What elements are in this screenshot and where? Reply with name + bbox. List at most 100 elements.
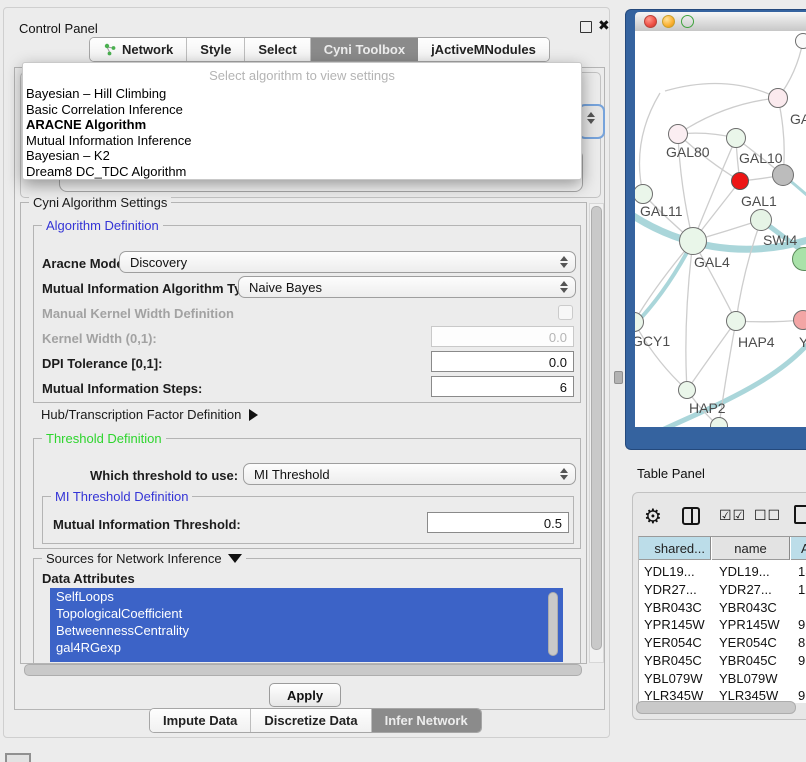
mi-threshold-field[interactable]: 0.5	[427, 512, 569, 533]
settings-vscrollbar-thumb[interactable]	[591, 206, 602, 650]
algorithm-option-aracne[interactable]: ARACNE Algorithm	[23, 117, 581, 133]
tab-network[interactable]: Network	[90, 38, 187, 61]
sources-legend[interactable]: Sources for Network Inference	[42, 551, 246, 566]
apply-button[interactable]: Apply	[269, 683, 341, 707]
table-cell[interactable]: YPR145W	[719, 617, 780, 632]
node-unlabeled[interactable]	[795, 33, 806, 49]
node-label: GCY1	[635, 333, 670, 349]
tab-style[interactable]: Style	[187, 38, 245, 61]
table-cell[interactable]: 9.	[798, 653, 806, 668]
algorithm-option[interactable]: Dream8 DC_TDC Algorithm	[23, 164, 581, 180]
manual-kernel-checkbox[interactable]	[558, 305, 573, 320]
hub-definition-toggle[interactable]: Hub/Transcription Factor Definition	[41, 407, 258, 422]
close-icon[interactable]: ✖	[598, 17, 610, 34]
minimize-traffic-light[interactable]	[662, 15, 675, 28]
tab-jactivemnodules[interactable]: jActiveMNodules	[418, 38, 549, 61]
table-cell[interactable]: YDL19...	[719, 564, 770, 579]
column-header-name[interactable]: name	[712, 537, 790, 560]
column-header-partial[interactable]: A	[791, 537, 806, 560]
node-label: GAL1	[741, 193, 777, 209]
mi-type-combobox[interactable]: Naive Bayes	[238, 276, 576, 298]
minimized-panel-button[interactable]	[5, 753, 31, 762]
table-cell[interactable]: 13	[798, 564, 806, 579]
table-cell[interactable]: YDR27...	[719, 582, 772, 597]
mi-steps-field[interactable]: 6	[431, 376, 574, 397]
node-swi4[interactable]	[750, 209, 772, 231]
document-icon[interactable]	[794, 505, 806, 524]
algorithm-option[interactable]: Bayesian – K2	[23, 148, 581, 164]
table-cell[interactable]: YBL079W	[644, 671, 703, 686]
algorithm-definition-legend: Algorithm Definition	[42, 218, 163, 233]
tab-select[interactable]: Select	[245, 38, 310, 61]
which-threshold-combobox[interactable]: MI Threshold	[243, 463, 576, 485]
table-cell[interactable]: YBL079W	[719, 671, 778, 686]
algorithm-option[interactable]: Mutual Information Inference	[23, 133, 581, 149]
algorithm-option[interactable]: Basic Correlation Inference	[23, 102, 581, 118]
table-cell[interactable]: YBR043C	[719, 600, 777, 615]
network-window-titlebar[interactable]	[635, 12, 806, 32]
table-cell[interactable]: 9.	[798, 688, 806, 703]
node-gray[interactable]	[772, 164, 794, 186]
node-hap2[interactable]	[678, 381, 696, 399]
table-cell[interactable]: YER054C	[644, 635, 702, 650]
cyni-algorithm-settings-group: Cyni Algorithm Settings Algorithm Defini…	[20, 202, 587, 664]
float-window-icon[interactable]	[580, 21, 592, 33]
dropdown-prompt: Select algorithm to view settings	[23, 66, 581, 86]
network-tab-icon	[103, 43, 116, 56]
node-label: HAP2	[689, 400, 726, 416]
algorithm-combobox-partial[interactable]	[578, 104, 605, 139]
mi-steps-label: Mutual Information Steps:	[42, 381, 202, 396]
deselect-all-columns-icon[interactable]: ☐☐	[754, 507, 781, 524]
manual-kernel-label: Manual Kernel Width Definition	[42, 306, 234, 321]
table-cell[interactable]: 9.	[798, 617, 806, 632]
attribute-item[interactable]: SelfLoops	[50, 588, 563, 605]
attribute-list-scrollbar[interactable]	[548, 592, 558, 656]
algorithm-option[interactable]: Bayesian – Hill Climbing	[23, 86, 581, 102]
splitpane-divider-handle[interactable]	[614, 371, 623, 384]
column-header-shared-name[interactable]: shared...	[639, 537, 711, 560]
tab-cyni-toolbox[interactable]: Cyni Toolbox	[311, 38, 418, 61]
split-columns-icon[interactable]	[682, 507, 700, 525]
attribute-item[interactable]: gal4RGexp	[50, 639, 563, 656]
node-salmon[interactable]	[793, 310, 806, 330]
attribute-item[interactable]: BetweennessCentrality	[50, 622, 563, 639]
mi-threshold-label: Mutual Information Threshold:	[53, 517, 241, 532]
kernel-width-field[interactable]: 0.0	[431, 326, 574, 347]
node-gal4[interactable]	[679, 227, 707, 255]
node-label: SWI4	[763, 232, 797, 248]
node-gal10[interactable]	[726, 128, 746, 148]
table-cell[interactable]: YDR27...	[644, 582, 697, 597]
table-cell[interactable]: 8.	[798, 635, 806, 650]
table-cell[interactable]: YPR145W	[644, 617, 705, 632]
zoom-traffic-light[interactable]	[681, 15, 694, 28]
data-attributes-label: Data Attributes	[42, 571, 135, 586]
close-traffic-light[interactable]	[644, 15, 657, 28]
kernel-width-label: Kernel Width (0,1):	[42, 331, 157, 346]
tab-infer-network[interactable]: Infer Network	[372, 709, 481, 732]
settings-hscrollbar-thumb[interactable]	[24, 664, 582, 676]
attribute-item[interactable]: TopologicalCoefficient	[50, 605, 563, 622]
node-label: GAL11	[640, 203, 683, 219]
node-hap4[interactable]	[726, 311, 746, 331]
gear-icon[interactable]: ⚙	[644, 504, 662, 529]
table-cell[interactable]: YER054C	[719, 635, 777, 650]
node-attribute-table: shared... name A YDL19... YDL19... 13 YD…	[638, 536, 806, 703]
table-cell[interactable]: YBR045C	[644, 653, 702, 668]
node-gal-partial[interactable]	[768, 88, 788, 108]
table-cell[interactable]: 12	[798, 582, 806, 597]
node-gal80[interactable]	[668, 124, 688, 144]
table-cell[interactable]: YBR043C	[644, 600, 702, 615]
network-view-canvas[interactable]: GAL GAL80 GAL10 GAL1 GAL11 SWI4 GAL4 GCY…	[635, 31, 806, 427]
control-panel-title: Control Panel	[19, 21, 98, 36]
combo-stepper-icon	[557, 256, 571, 268]
table-cell[interactable]: YBR045C	[719, 653, 777, 668]
select-all-columns-icon[interactable]: ☑☑	[719, 507, 746, 524]
control-panel-window: Control Panel ✖ Network Style Select Cyn…	[3, 7, 610, 738]
node-gal1-red[interactable]	[731, 172, 749, 190]
tab-discretize-data[interactable]: Discretize Data	[251, 709, 371, 732]
table-hscrollbar-thumb[interactable]	[636, 701, 796, 714]
table-cell[interactable]: YDL19...	[644, 564, 695, 579]
tab-impute-data[interactable]: Impute Data	[150, 709, 251, 732]
aracne-mode-combobox[interactable]: Discovery	[119, 251, 576, 273]
dpi-tolerance-field[interactable]: 0.0	[431, 351, 574, 372]
